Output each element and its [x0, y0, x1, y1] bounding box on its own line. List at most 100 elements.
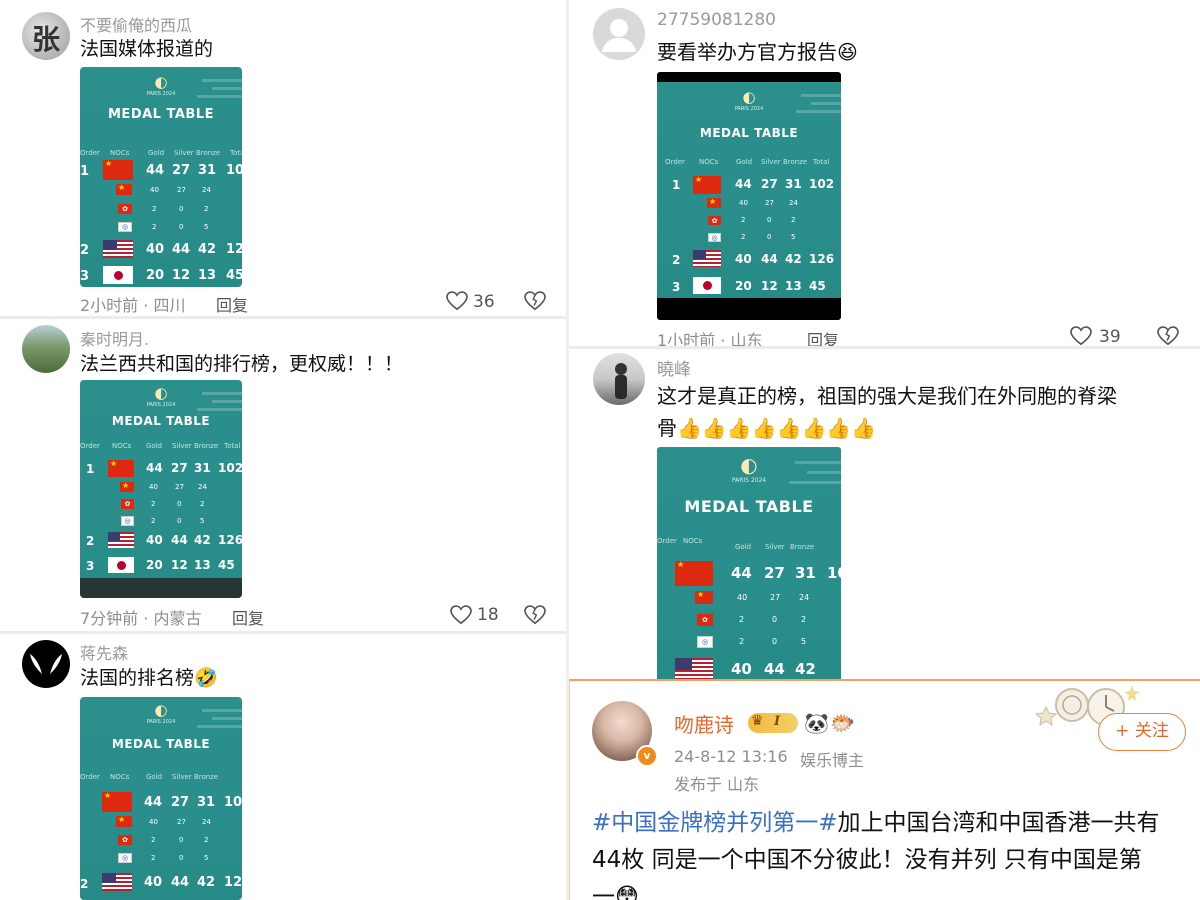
silver-count: 0 [177, 500, 182, 508]
medal-table-title: MEDAL TABLE [108, 107, 214, 122]
header-gold: Gold [146, 773, 163, 781]
rank-3: 3 [80, 269, 90, 284]
logo-text: PARIS 2024 [734, 106, 764, 112]
bronze-count: 42 [795, 660, 816, 678]
bronze-count: 31 [197, 795, 216, 810]
silver-count: 44 [171, 533, 188, 547]
comment-4: 曉峰 这才是真正的榜，祖国的强大是我们在外同胞的脊梁 骨👍👍👍👍👍👍👍👍 ◐ PA… [569, 349, 1200, 679]
author-role: 娱乐博主 [800, 751, 865, 770]
video-progress-bar[interactable] [80, 578, 242, 598]
silver-count: 27 [172, 163, 191, 178]
bronze-count: 13 [198, 268, 217, 283]
paris-2024-logo: ◐ PARIS 2024 [725, 453, 773, 484]
post-text: #中国金牌榜并列第一#加上中国台湾和中国香港一共有 44枚 同是一个中国不分彼此… [592, 805, 1192, 900]
header-order: Order [657, 537, 677, 545]
header-order: Order [665, 158, 685, 166]
flag-china-mainland [707, 197, 721, 208]
avatar[interactable] [593, 353, 645, 405]
comment-time-location: 1小时前 · 山东 [657, 331, 763, 346]
comment-username[interactable]: 蒋先森 [80, 640, 128, 664]
flag-usa [108, 532, 134, 548]
silver-count: 0 [179, 205, 184, 213]
header-order: Order [80, 442, 100, 450]
comment-username[interactable]: 27759081280 [657, 10, 776, 30]
silver-count: 27 [175, 483, 184, 491]
medal-table-image: ◐ PARIS 2024 MEDAL TABLE Order NOCs Gold … [657, 82, 841, 298]
comment-username[interactable]: 秦时明月. [80, 326, 149, 350]
avatar[interactable] [593, 8, 645, 60]
total-count: 45 [226, 268, 242, 283]
header-silver: Silver [761, 158, 781, 166]
bronze-count: 24 [789, 199, 798, 207]
author-name[interactable]: 吻鹿诗 [674, 709, 734, 738]
comment-username[interactable]: 曉峰 [657, 355, 691, 380]
paris-2024-logo: ◐ PARIS 2024 [141, 701, 181, 725]
reply-button[interactable]: 回复 [216, 292, 248, 316]
bronze-count: 24 [202, 818, 211, 826]
gold-count: 40 [146, 242, 165, 257]
silver-count: 0 [179, 854, 184, 862]
bronze-count: 24 [198, 483, 207, 491]
total-count: 102 [218, 461, 242, 475]
total-count: 102 [809, 177, 835, 191]
like-heart-icon[interactable] [446, 291, 468, 315]
avatar[interactable] [22, 640, 70, 688]
gold-count: 2 [739, 637, 745, 646]
bronze-count: 5 [801, 637, 807, 646]
bronze-count: 31 [194, 461, 211, 475]
header-gold: Gold [736, 158, 753, 166]
weibo-post: v 吻鹿诗 ♛ I 🐼 🐡 + 关注 24-8-12 13:16 娱乐博主 发布… [569, 679, 1200, 900]
total-count: 45 [218, 558, 235, 572]
flag-usa [102, 873, 132, 891]
like-heart-icon[interactable] [450, 605, 472, 629]
gold-count: 40 [149, 483, 158, 491]
medal-table-image[interactable]: ◐ PARIS 2024 MEDAL TABLE Order NOCs Gold … [657, 447, 841, 679]
reply-button[interactable]: 回复 [232, 605, 264, 629]
medal-table-video[interactable]: ◐ PARIS 2024 MEDAL TABLE Order NOCs Gold … [657, 72, 841, 320]
hashtag-link[interactable]: #中国金牌榜并列第一# [592, 810, 838, 836]
rank-1: 1 [86, 462, 95, 476]
medal-table-image[interactable]: ◐ PARIS 2024 MEDAL TABLE Order NOCs Gold … [80, 697, 242, 900]
flag-china-mainland [116, 183, 132, 195]
silver-count: 12 [172, 268, 191, 283]
gold-count: 2 [151, 517, 156, 525]
bronze-count: 5 [204, 854, 209, 862]
medal-table-image[interactable]: ◐ PARIS 2024 MEDAL TABLE Order NOCs Gold … [80, 67, 242, 287]
dislike-broken-heart-icon[interactable] [524, 605, 546, 629]
gold-count: 44 [146, 461, 163, 475]
flag-china [108, 459, 134, 477]
medal-table-image[interactable]: ◐ PARIS 2024 MEDAL TABLE Order NOCs Gold … [80, 380, 242, 598]
post-location: 发布于 山东 [674, 775, 760, 794]
bronze-count: 13 [194, 558, 211, 572]
follow-button[interactable]: + 关注 [1098, 713, 1186, 751]
reply-button[interactable]: 回复 [807, 327, 839, 346]
rank-2: 2 [672, 253, 681, 267]
dislike-broken-heart-icon[interactable] [1157, 326, 1179, 346]
crown-icon: ♛ [751, 713, 764, 729]
flag-chinese-taipei [118, 853, 132, 863]
comment-text: 法国媒体报道的 [80, 38, 214, 60]
like-heart-icon[interactable] [1070, 326, 1092, 346]
comment-text-line-1: 这才是真正的榜，祖国的强大是我们在外同胞的脊梁 [657, 384, 1117, 408]
silver-count: 44 [172, 242, 191, 257]
gold-count: 40 [739, 199, 748, 207]
header-total: Total [230, 149, 242, 157]
avatar[interactable] [22, 325, 70, 373]
level-text: I [774, 714, 781, 729]
avatar[interactable]: 张 [22, 12, 70, 60]
bronze-count: 2 [801, 615, 807, 624]
total-count: 126 [809, 252, 835, 266]
gold-count: 20 [146, 558, 163, 572]
like-count: 18 [477, 605, 499, 625]
rank-2: 2 [86, 534, 95, 548]
gold-count: 2 [741, 233, 746, 241]
dislike-broken-heart-icon[interactable] [524, 291, 546, 315]
paris-2024-logo: ◐ PARIS 2024 [729, 88, 769, 112]
silver-count: 44 [761, 252, 778, 266]
logo-text: PARIS 2024 [731, 477, 767, 484]
gold-count: 40 [149, 818, 158, 826]
flag-japan [693, 277, 721, 294]
header-total: Total [224, 442, 241, 450]
bronze-count: 2 [200, 500, 205, 508]
medal-table-title: MEDAL TABLE [111, 414, 211, 428]
